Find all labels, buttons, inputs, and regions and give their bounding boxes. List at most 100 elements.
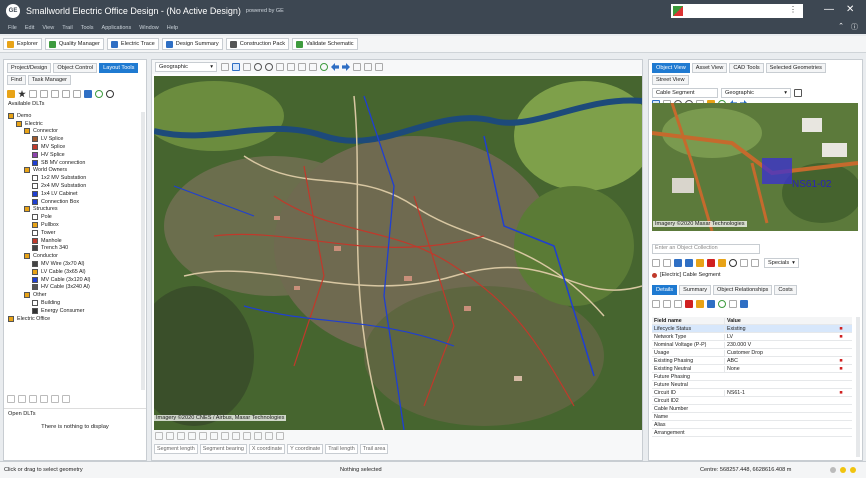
table-row[interactable]: Name xyxy=(652,413,852,421)
tree-item[interactable]: Pullbox xyxy=(4,221,140,229)
close-button[interactable]: ✕ xyxy=(846,4,854,15)
draw-icon[interactable] xyxy=(210,432,218,440)
tab-details[interactable]: Details xyxy=(652,285,678,295)
info-icon[interactable] xyxy=(106,90,114,98)
user-account-box[interactable]: ⋮ xyxy=(671,4,803,18)
object-collection-input[interactable]: Enter an Object Collection xyxy=(652,244,760,254)
draw-icon[interactable] xyxy=(221,432,229,440)
segment-length-field[interactable]: Segment length xyxy=(154,444,198,454)
clear-icon[interactable] xyxy=(674,300,682,308)
tree-item[interactable]: HV Cable (3x240 Al) xyxy=(4,284,140,292)
table-row[interactable]: Nominal Voltage (P-P) 230.000 V xyxy=(652,341,852,349)
tree-item[interactable]: LV Cable (3x65 Al) xyxy=(4,268,140,276)
tab-task-manager[interactable]: Task Manager xyxy=(27,75,72,85)
zoom-out-icon[interactable] xyxy=(265,63,273,71)
tab-object-relationships[interactable]: Object Relationships xyxy=(713,285,773,295)
tree-item[interactable]: Trench 340 xyxy=(4,245,140,253)
delete-icon[interactable] xyxy=(40,90,48,98)
play-icon[interactable] xyxy=(51,90,59,98)
table-row[interactable]: Network Type LV ■ xyxy=(652,333,852,341)
pin-icon[interactable] xyxy=(221,63,229,71)
tab-project-design[interactable]: Project/Design xyxy=(7,63,52,73)
home-icon[interactable] xyxy=(353,63,361,71)
specials-button[interactable]: Specials ▾ xyxy=(764,258,799,268)
tab-object-view[interactable]: Object View xyxy=(652,63,690,73)
paste-icon[interactable] xyxy=(751,259,759,267)
lock-icon[interactable] xyxy=(794,89,802,97)
filter-icon[interactable] xyxy=(652,300,660,308)
table-row[interactable]: Existing Neutral None ■ xyxy=(652,365,852,373)
tree-item[interactable]: Manhole xyxy=(4,237,140,245)
tab-object-control[interactable]: Object Control xyxy=(53,63,98,73)
tab-costs[interactable]: Costs xyxy=(774,285,797,295)
tree-scrollbar[interactable] xyxy=(141,112,145,390)
tab-layout-tools[interactable]: Layout Tools xyxy=(99,63,139,73)
table-row[interactable]: Usage Customer Drop xyxy=(652,349,852,357)
table-row[interactable]: Lifecycle Status Existing ■ xyxy=(652,325,852,333)
undo-icon[interactable] xyxy=(729,300,737,308)
table-row[interactable]: Circuit ID2 xyxy=(652,397,852,405)
edit-icon[interactable] xyxy=(696,300,704,308)
tree-item[interactable]: Other xyxy=(4,291,140,299)
download-icon[interactable] xyxy=(84,90,92,98)
trail-area-field[interactable]: Trail area xyxy=(359,444,389,454)
tree-item[interactable]: Conductor xyxy=(4,252,140,260)
pin-icon[interactable] xyxy=(718,259,726,267)
tree-item[interactable]: 1x4 LV Cabinet xyxy=(4,190,140,198)
menu-trail[interactable]: Trail xyxy=(62,25,73,31)
action-icon[interactable] xyxy=(7,395,15,403)
bookmark-icon[interactable] xyxy=(364,63,372,71)
measure-icon[interactable] xyxy=(287,63,295,71)
y-coordinate-field[interactable]: Y coordinate xyxy=(287,444,324,454)
menu-applications[interactable]: Applications xyxy=(102,25,132,31)
tree-item[interactable]: World Owners xyxy=(4,167,140,175)
zoom-in-icon[interactable] xyxy=(254,63,262,71)
tree-item[interactable]: LV Splice xyxy=(4,135,140,143)
draw-icon[interactable] xyxy=(188,432,196,440)
back-icon[interactable] xyxy=(331,63,339,71)
select-icon[interactable] xyxy=(652,259,660,267)
tree-item[interactable]: Pole xyxy=(4,213,140,221)
table-row[interactable]: Arrangement xyxy=(652,429,852,437)
copy-icon[interactable] xyxy=(740,259,748,267)
copy-icon[interactable] xyxy=(663,300,671,308)
action-icon[interactable] xyxy=(29,395,37,403)
draw-icon[interactable] xyxy=(177,432,185,440)
help-icon[interactable]: ⓘ xyxy=(851,22,858,32)
tree-item[interactable]: Energy Consumer xyxy=(4,307,140,315)
tab-cad-tools[interactable]: CAD Tools xyxy=(729,63,764,73)
draw-icon[interactable] xyxy=(276,432,284,440)
validate-schematic-button[interactable]: Validate Schematic xyxy=(292,38,358,50)
star-icon[interactable] xyxy=(18,90,26,98)
tree-item[interactable]: MV Splice xyxy=(4,143,140,151)
forward-icon[interactable] xyxy=(685,259,693,267)
map-canvas[interactable] xyxy=(154,76,642,430)
select-tool-icon[interactable] xyxy=(7,90,15,98)
tab-asset-view[interactable]: Asset View xyxy=(691,63,728,73)
edit-icon[interactable] xyxy=(696,259,704,267)
explorer-button[interactable]: Explorer xyxy=(3,38,42,50)
trail-length-field[interactable]: Trail length xyxy=(325,444,358,454)
minimize-button[interactable]: — xyxy=(824,4,834,15)
table-row[interactable]: Circuit ID NS61-1 ■ xyxy=(652,389,852,397)
electric-trace-button[interactable]: Electric Trace xyxy=(106,38,159,50)
tree-item[interactable]: MV Cable (3x120 Al) xyxy=(4,276,140,284)
action-icon[interactable] xyxy=(40,395,48,403)
draw-icon[interactable] xyxy=(265,432,273,440)
refresh-icon[interactable] xyxy=(320,63,328,71)
print-icon[interactable] xyxy=(375,63,383,71)
object-type-select[interactable]: Cable Segment xyxy=(652,88,718,98)
quality-manager-button[interactable]: Quality Manager xyxy=(44,38,104,50)
view-select[interactable]: Geographic ▾ xyxy=(155,62,217,72)
tree-item[interactable]: Electric xyxy=(4,120,140,128)
menu-file[interactable]: File xyxy=(8,25,17,31)
grid-scrollbar[interactable] xyxy=(856,317,860,457)
draw-icon[interactable] xyxy=(254,432,262,440)
refresh-icon[interactable] xyxy=(95,90,103,98)
action-icon[interactable] xyxy=(18,395,26,403)
draw-icon[interactable] xyxy=(232,432,240,440)
table-icon[interactable] xyxy=(707,300,715,308)
tree-item[interactable]: 2x4 MV Substation xyxy=(4,182,140,190)
tree-item[interactable]: Electric Office xyxy=(4,315,140,323)
edit-icon[interactable] xyxy=(29,90,37,98)
